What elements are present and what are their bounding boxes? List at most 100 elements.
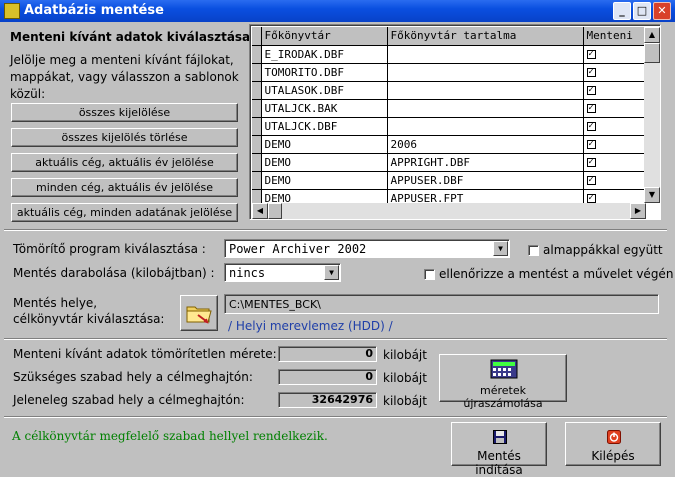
- grid-header-row: Főkönyvtár Főkönyvtár tartalma Menteni: [252, 27, 646, 46]
- scroll-up-icon[interactable]: ▲: [644, 27, 660, 43]
- cell-save[interactable]: ✓: [583, 45, 646, 64]
- grid-horizontal-scrollbar[interactable]: ◀ ▶: [252, 203, 646, 219]
- title-bar: Adatbázis mentése _ □ ✕: [0, 0, 675, 22]
- select-all-button[interactable]: összes kijelölése: [11, 103, 238, 122]
- row-indicator[interactable]: [252, 153, 262, 172]
- cell-content[interactable]: [387, 81, 584, 100]
- save-checkbox[interactable]: ✓: [586, 86, 596, 95]
- drive-description: / Helyi merevlemez (HDD) /: [228, 319, 393, 333]
- save-checkbox[interactable]: ✓: [586, 140, 596, 149]
- scroll-right-icon[interactable]: ▶: [630, 203, 646, 219]
- cell-dir[interactable]: DEMO: [261, 153, 388, 172]
- compressor-label: Tömörítő program kiválasztása :: [13, 242, 206, 256]
- exit-label: Kilépés: [591, 449, 635, 463]
- save-checkbox[interactable]: ✓: [586, 158, 596, 167]
- clear-selection-button[interactable]: összes kijelölés törlése: [11, 128, 238, 147]
- column-header-save[interactable]: Menteni: [583, 27, 646, 46]
- horizontal-scroll-thumb[interactable]: [268, 203, 282, 219]
- cell-dir[interactable]: UTALJCK.BAK: [261, 99, 388, 118]
- close-button[interactable]: ✕: [653, 2, 671, 20]
- split-label: Mentés darabolása (kilobájtban) :: [13, 266, 215, 280]
- cell-content[interactable]: [387, 117, 584, 136]
- destination-label-line1: Mentés helye,: [13, 296, 98, 310]
- cell-content[interactable]: [387, 63, 584, 82]
- table-row[interactable]: DEMO 2006 ✓: [252, 135, 646, 154]
- destination-path-field: C:\MENTES_BCK\: [224, 294, 659, 314]
- table-row[interactable]: UTALJCK.DBF ✓: [252, 117, 646, 136]
- column-header-content[interactable]: Főkönyvtár tartalma: [387, 27, 584, 46]
- verify-checkbox[interactable]: [424, 269, 435, 280]
- row-indicator[interactable]: [252, 171, 262, 190]
- cell-content[interactable]: [387, 99, 584, 118]
- cell-save[interactable]: ✓: [583, 171, 646, 190]
- uncompressed-size-value: 0: [278, 346, 377, 362]
- save-checkbox[interactable]: ✓: [586, 122, 596, 131]
- table-row[interactable]: E_IRODAK.DBF ✓: [252, 45, 646, 64]
- required-space-value: 0: [278, 369, 377, 385]
- save-checkbox[interactable]: ✓: [586, 68, 596, 77]
- cell-content[interactable]: [387, 45, 584, 64]
- cell-dir[interactable]: UTALASOK.DBF: [261, 81, 388, 100]
- save-checkbox[interactable]: ✓: [586, 176, 596, 185]
- minimize-button[interactable]: _: [613, 2, 631, 20]
- table-row[interactable]: DEMO APPUSER.DBF ✓: [252, 171, 646, 190]
- calculator-icon: [490, 359, 518, 379]
- cell-save[interactable]: ✓: [583, 135, 646, 154]
- subfolders-label: almappákkal együtt: [543, 243, 663, 257]
- row-indicator[interactable]: [252, 45, 262, 64]
- vertical-scroll-thumb[interactable]: [644, 43, 660, 63]
- all-companies-current-year-button[interactable]: minden cég, aktuális év jelölése: [11, 178, 238, 197]
- selection-heading: Menteni kívánt adatok kiválasztása:: [10, 30, 255, 44]
- cell-save[interactable]: ✓: [583, 153, 646, 172]
- files-grid[interactable]: Főkönyvtár Főkönyvtár tartalma Menteni E…: [249, 24, 661, 220]
- save-checkbox[interactable]: ✓: [586, 104, 596, 113]
- row-indicator[interactable]: [252, 135, 262, 154]
- table-row[interactable]: TOMORITO.DBF ✓: [252, 63, 646, 82]
- compressor-dropdown-icon[interactable]: ▼: [493, 241, 508, 256]
- scroll-left-icon[interactable]: ◀: [252, 203, 268, 219]
- cell-save[interactable]: ✓: [583, 81, 646, 100]
- available-space-unit: kilobájt: [383, 394, 427, 408]
- verify-label: ellenőrizze a mentést a művelet végén: [439, 267, 674, 281]
- recalculate-sizes-label: méretek újraszámolása: [463, 384, 543, 410]
- cell-dir[interactable]: DEMO: [261, 171, 388, 190]
- table-row[interactable]: UTALASOK.DBF ✓: [252, 81, 646, 100]
- compressor-select[interactable]: Power Archiver 2002 ▼: [224, 239, 510, 258]
- cell-dir[interactable]: DEMO: [261, 135, 388, 154]
- cell-dir[interactable]: TOMORITO.DBF: [261, 63, 388, 82]
- grid-vertical-scrollbar[interactable]: ▲ ▼: [644, 27, 660, 203]
- row-indicator[interactable]: [252, 81, 262, 100]
- selection-instructions: Jelölje meg a menteni kívánt fájlokat, m…: [10, 53, 239, 101]
- cell-dir[interactable]: UTALJCK.DBF: [261, 117, 388, 136]
- cell-save[interactable]: ✓: [583, 63, 646, 82]
- row-indicator[interactable]: [252, 63, 262, 82]
- column-header-dir[interactable]: Főkönyvtár: [261, 27, 388, 46]
- cell-content[interactable]: APPRIGHT.DBF: [387, 153, 584, 172]
- grid-body: E_IRODAK.DBF ✓ TOMORITO.DBF ✓ UTALASOK.DBF ✓ U…: [252, 45, 646, 208]
- split-select[interactable]: nincs ▼: [224, 263, 341, 282]
- available-space-value: 32642976: [278, 392, 377, 408]
- row-indicator[interactable]: [252, 99, 262, 118]
- cell-content[interactable]: APPUSER.DBF: [387, 171, 584, 190]
- maximize-button[interactable]: □: [633, 2, 651, 20]
- table-row[interactable]: UTALJCK.BAK ✓: [252, 99, 646, 118]
- browse-folder-button[interactable]: [180, 295, 218, 331]
- cell-dir[interactable]: E_IRODAK.DBF: [261, 45, 388, 64]
- divider-1: [4, 229, 667, 231]
- current-company-all-data-button[interactable]: aktuális cég, minden adatának jelölése: [11, 203, 238, 222]
- save-checkbox[interactable]: ✓: [586, 50, 596, 59]
- row-indicator[interactable]: [252, 117, 262, 136]
- cell-save[interactable]: ✓: [583, 117, 646, 136]
- table-row[interactable]: DEMO APPRIGHT.DBF ✓: [252, 153, 646, 172]
- exit-button[interactable]: Kilépés: [565, 422, 661, 466]
- cell-save[interactable]: ✓: [583, 99, 646, 118]
- recalculate-sizes-button[interactable]: méretek újraszámolása: [439, 354, 567, 410]
- start-backup-button[interactable]: Mentés indítása: [451, 422, 547, 477]
- save-checkbox[interactable]: ✓: [586, 194, 596, 203]
- current-company-current-year-button[interactable]: aktuális cég, aktuális év jelölése: [11, 153, 238, 172]
- split-dropdown-icon[interactable]: ▼: [324, 265, 339, 280]
- cell-content[interactable]: 2006: [387, 135, 584, 154]
- scroll-down-icon[interactable]: ▼: [644, 187, 660, 203]
- compressor-value: Power Archiver 2002: [229, 242, 367, 256]
- subfolders-checkbox[interactable]: [528, 245, 539, 256]
